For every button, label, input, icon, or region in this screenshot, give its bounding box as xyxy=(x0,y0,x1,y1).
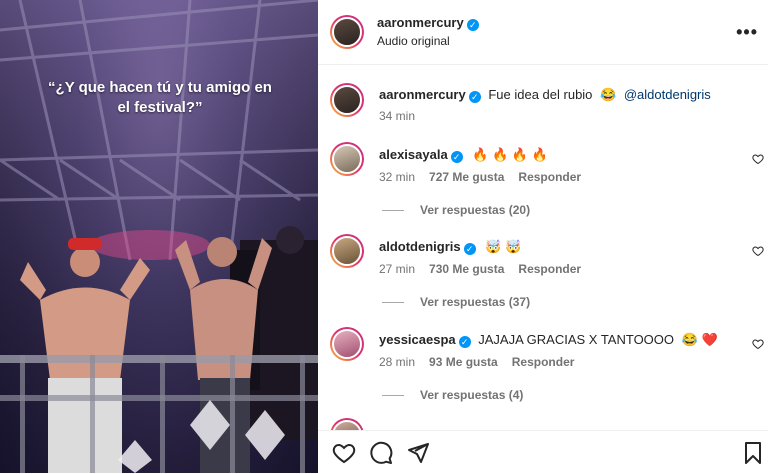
caption-mention-link[interactable]: @aldotdenigris xyxy=(624,87,711,102)
comment-meta: 28 min 93 Me gusta Responder xyxy=(379,355,574,369)
comment-username[interactable]: yessicaespa xyxy=(379,332,456,347)
comment-likes[interactable]: 730 Me gusta xyxy=(429,262,504,276)
caption-avatar[interactable] xyxy=(330,83,364,117)
comment-time: 27 min xyxy=(379,262,416,276)
comment-text: 🔥 🔥 🔥 🔥 xyxy=(472,147,548,162)
view-replies-button[interactable]: Ver respuestas (20) xyxy=(382,203,530,217)
action-bar xyxy=(318,430,768,474)
more-icon[interactable]: ••• xyxy=(736,22,758,43)
comment-meta: 27 min 730 Me gusta Responder xyxy=(379,262,581,276)
reply-button[interactable]: Responder xyxy=(518,262,581,276)
comment-line: aldotdenigris ✓ 🤯 🤯 xyxy=(379,239,521,255)
comment-time: 32 min xyxy=(379,170,416,184)
comment-time: 28 min xyxy=(379,355,416,369)
heart-icon[interactable] xyxy=(332,441,356,465)
post-details-panel: aaronmercury ✓ Audio original ••• aaronme… xyxy=(318,0,768,474)
comment-line: yessicaespa ✓ JAJAJA GRACIAS X TANTOOOO 😂… xyxy=(379,332,718,348)
comment-line: alexisayala ✓ 🔥 🔥 🔥 🔥 xyxy=(379,147,548,163)
post-video[interactable]: “¿Y que hacen tú y tu amigo en el festiv… xyxy=(0,0,318,473)
post-header: aaronmercury ✓ Audio original ••• xyxy=(318,0,768,65)
comment-username[interactable]: aldotdenigris xyxy=(379,239,461,254)
comment-meta: 32 min 727 Me gusta Responder xyxy=(379,170,581,184)
view-replies-label: Ver respuestas (37) xyxy=(420,295,531,309)
audio-label[interactable]: Audio original xyxy=(377,34,450,48)
comment-avatar[interactable] xyxy=(330,234,364,268)
stage-truss-graphic xyxy=(0,0,318,473)
view-replies-button[interactable]: Ver respuestas (37) xyxy=(382,295,530,309)
caption-line: aaronmercury ✓ Fue idea del rubio 😂 @aldo… xyxy=(379,87,711,103)
view-replies-button[interactable]: Ver respuestas (4) xyxy=(382,388,523,402)
caption-username[interactable]: aaronmercury xyxy=(379,87,466,102)
heart-icon[interactable] xyxy=(752,153,764,165)
comment-likes[interactable]: 727 Me gusta xyxy=(429,170,504,184)
verified-badge-icon: ✓ xyxy=(466,19,479,31)
verified-badge-icon: ✓ xyxy=(468,91,481,103)
heart-icon[interactable] xyxy=(752,338,764,350)
comment-icon[interactable] xyxy=(369,441,393,465)
comment-likes[interactable]: 93 Me gusta xyxy=(429,355,498,369)
comment-avatar[interactable] xyxy=(330,142,364,176)
caption-time: 34 min xyxy=(379,109,416,123)
laughing-emoji: 😂 xyxy=(600,87,617,102)
heart-icon[interactable] xyxy=(752,245,764,257)
comment-username[interactable]: alexisayala xyxy=(379,147,448,162)
comment-emojis: 😂 ❤️ xyxy=(681,332,718,347)
view-replies-label: Ver respuestas (4) xyxy=(420,388,524,402)
comment-text: JAJAJA GRACIAS X TANTOOOO xyxy=(478,332,675,347)
author-avatar[interactable] xyxy=(330,15,364,49)
caption-text: Fue idea del rubio xyxy=(488,87,593,102)
comment-text: 🤯 🤯 xyxy=(485,239,522,254)
verified-badge-icon: ✓ xyxy=(450,151,463,163)
view-replies-label: Ver respuestas (20) xyxy=(420,203,531,217)
reply-button[interactable]: Responder xyxy=(512,355,575,369)
verified-badge-icon: ✓ xyxy=(463,243,476,255)
bookmark-icon[interactable] xyxy=(741,441,765,465)
comment-avatar[interactable] xyxy=(330,327,364,361)
author-username[interactable]: aaronmercury xyxy=(377,15,464,30)
share-icon[interactable] xyxy=(406,441,430,465)
verified-badge-icon: ✓ xyxy=(458,336,471,348)
reply-button[interactable]: Responder xyxy=(518,170,581,184)
video-caption-overlay: “¿Y que hacen tú y tu amigo en el festiv… xyxy=(48,79,272,116)
